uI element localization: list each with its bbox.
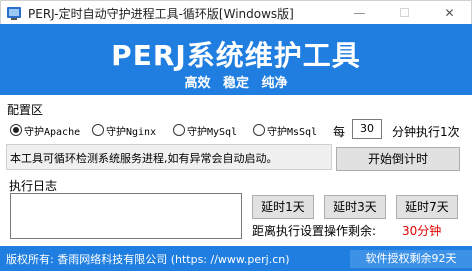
minimize-button[interactable]: — <box>337 1 382 25</box>
delay-7-days-button[interactable]: 延时7天 <box>396 195 458 219</box>
app-icon <box>7 7 21 20</box>
radio-mssql-label: 守护MsSql <box>267 126 318 138</box>
radio-apache[interactable]: 守护Apache <box>10 123 81 138</box>
radio-apache-label: 守护Apache <box>24 126 81 138</box>
banner-tagline: 高效 稳定 纯净 <box>0 72 472 91</box>
window-title: PERJ-定时自动守护进程工具-循环版[Windows版] <box>28 7 294 21</box>
delay-1-day-button[interactable]: 延时1天 <box>252 195 314 219</box>
delay-3-days-button[interactable]: 延时3天 <box>324 195 386 219</box>
license-remaining-badge: 软件授权剩余92天 <box>350 250 472 268</box>
tag-clean: 纯净 <box>261 76 288 91</box>
every-label: 每 <box>333 125 346 139</box>
interval-suffix-label: 分钟执行1次 <box>392 125 460 139</box>
remaining-time-label: 距离执行设置操作剩余: <box>252 224 377 238</box>
tag-stable: 稳定 <box>222 76 249 91</box>
close-button[interactable]: ✕ <box>427 1 472 25</box>
copyright-text: 版权所有: 香雨网络科技有限公司 (https: //www.perj.cn) <box>6 253 290 266</box>
radio-nginx[interactable]: 守护Nginx <box>92 123 157 138</box>
log-section-label: 执行日志 <box>9 179 58 193</box>
start-countdown-button[interactable]: 开始倒计时 <box>336 147 460 171</box>
title-bar: PERJ-定时自动守护进程工具-循环版[Windows版] — ☐ ✕ <box>0 0 472 24</box>
radio-mysql-label: 守护MySql <box>187 126 238 138</box>
radio-nginx-label: 守护Nginx <box>106 126 157 138</box>
maximize-button[interactable]: ☐ <box>382 1 427 25</box>
info-text: 本工具可循环检测系统服务进程,如有异常会自动启动。 <box>10 152 278 165</box>
radio-mysql-dot <box>173 124 185 136</box>
radio-mssql-dot <box>253 124 265 136</box>
banner-title: PERJ系统维护工具 <box>111 39 361 72</box>
tag-efficient: 高效 <box>184 76 211 91</box>
radio-mssql[interactable]: 守护MsSql <box>253 123 318 138</box>
footer: 版权所有: 香雨网络科技有限公司 (https: //www.perj.cn) … <box>0 246 472 271</box>
log-textarea[interactable] <box>10 193 242 239</box>
radio-mysql[interactable]: 守护MySql <box>173 123 238 138</box>
remaining-time-value: 30分钟 <box>402 224 442 238</box>
banner: PERJ系统维护工具 高效 稳定 纯净 <box>0 24 472 95</box>
radio-nginx-dot <box>92 124 104 136</box>
radio-apache-dot <box>10 124 22 136</box>
interval-minutes-input[interactable]: 30 <box>352 119 382 139</box>
config-section-label: 配置区 <box>7 103 44 117</box>
